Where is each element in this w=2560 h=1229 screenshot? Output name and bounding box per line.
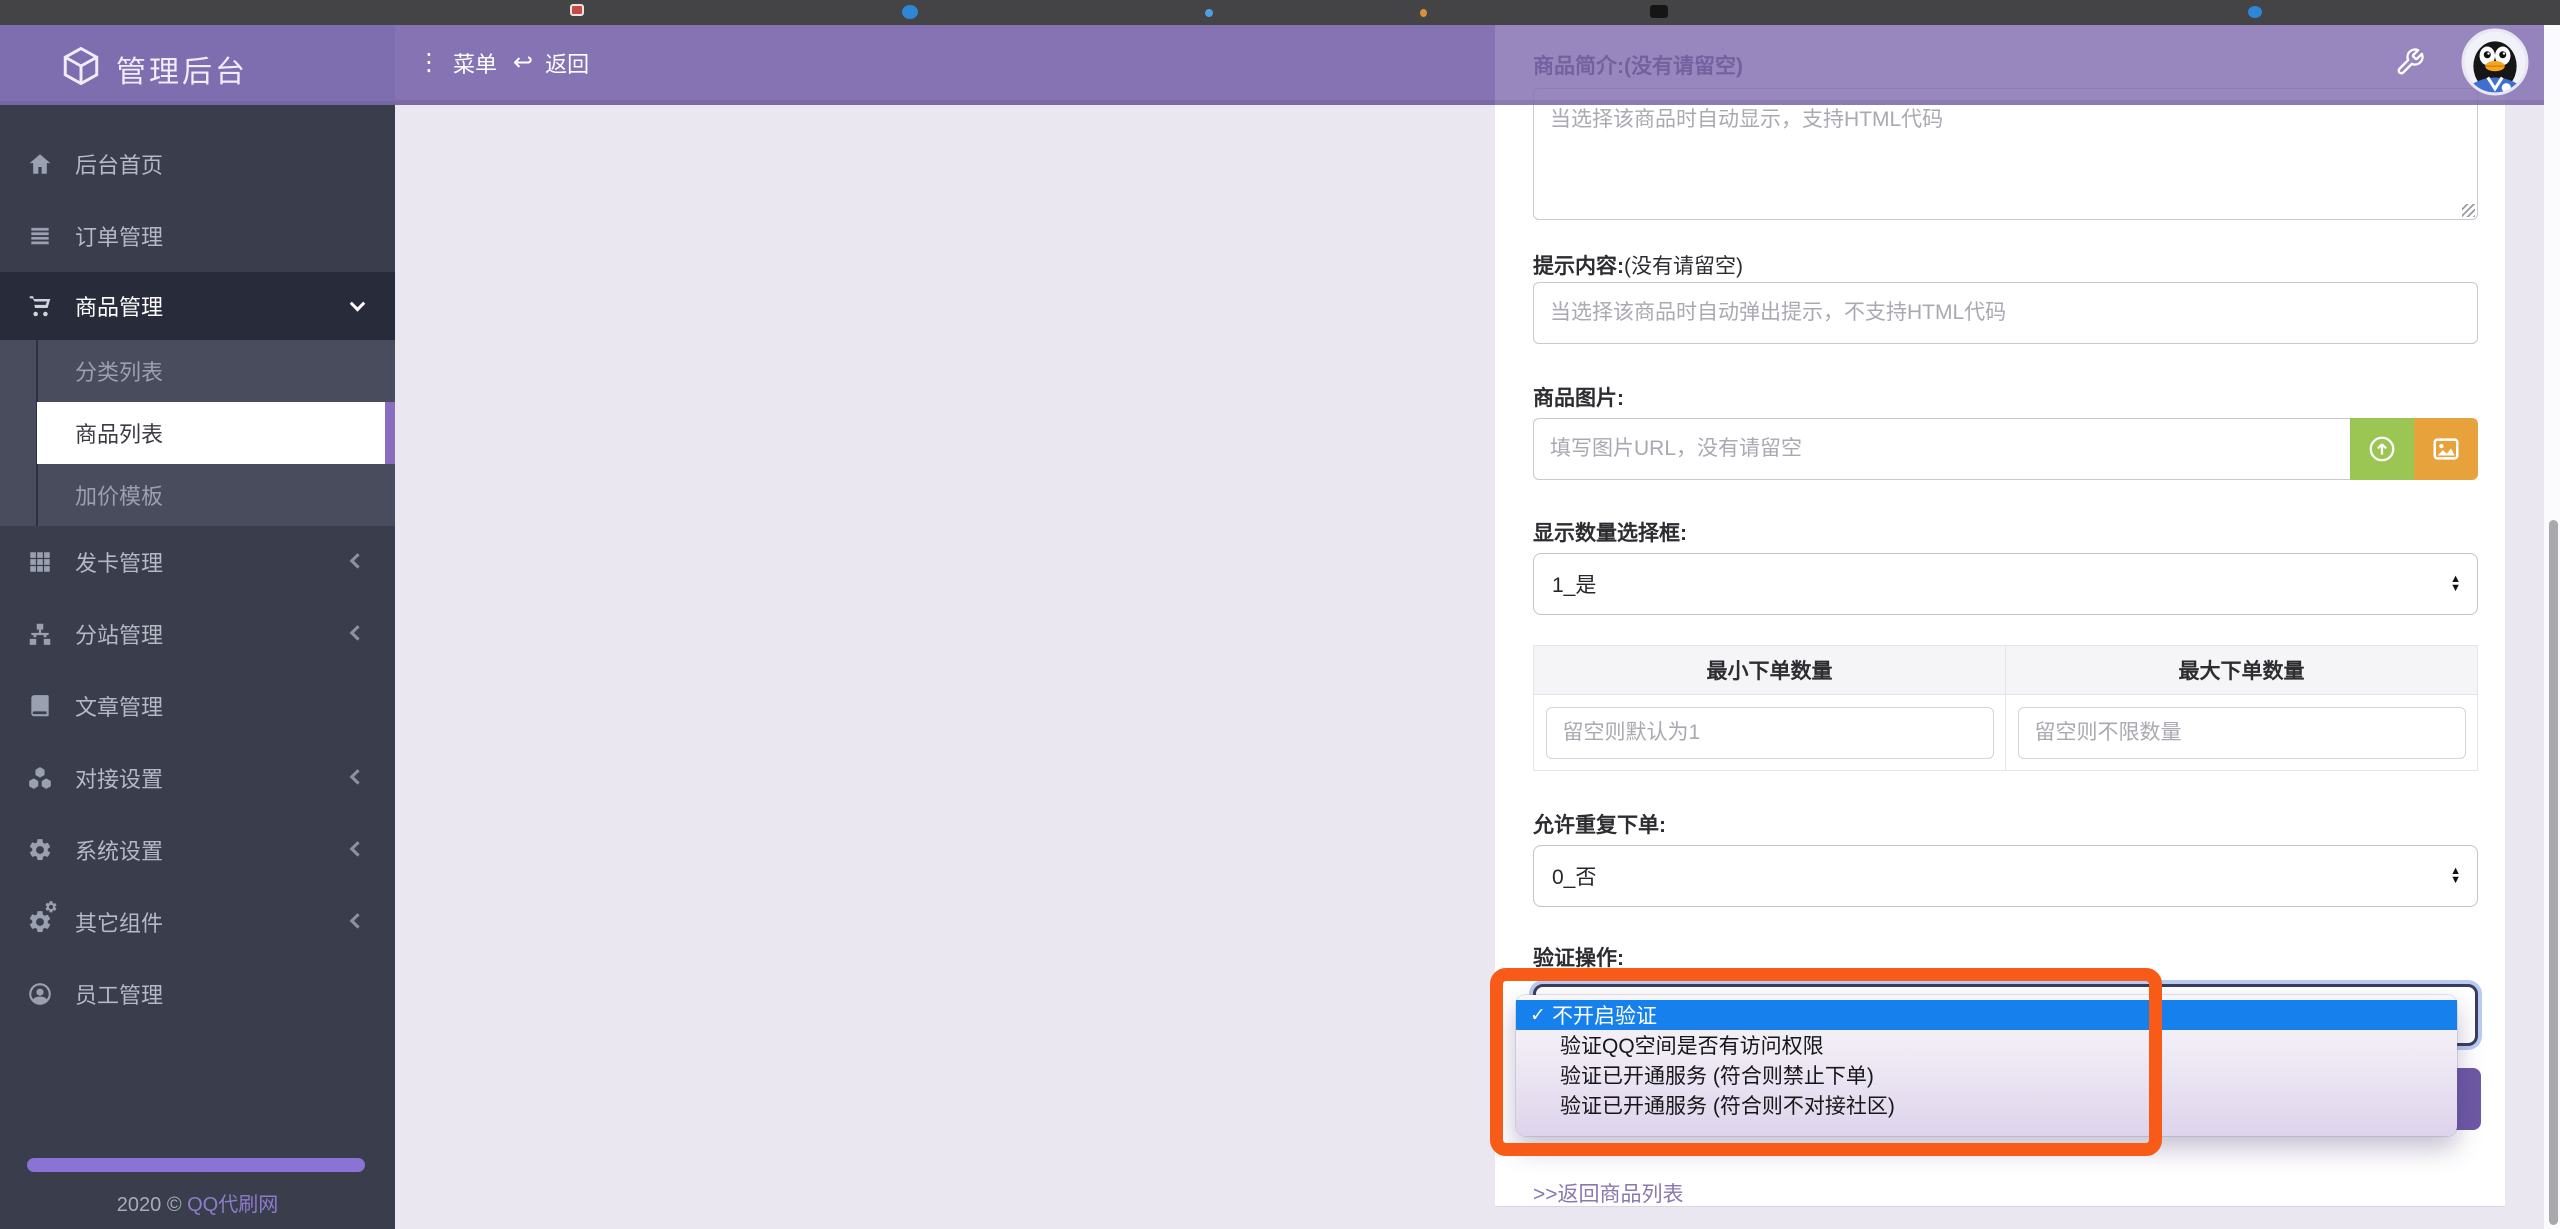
image-url-group	[1533, 418, 2478, 480]
brand-title: 管理后台	[116, 47, 248, 91]
scrollbar-thumb[interactable]	[2549, 520, 2558, 1225]
sidebar-item-products[interactable]: 商品管理	[0, 272, 395, 340]
tip-input[interactable]	[1533, 282, 2478, 344]
min-qty-header: 最小下单数量	[1534, 646, 2006, 695]
chevron-left-icon	[350, 913, 366, 929]
sidebar-item-system-settings[interactable]: 系统设置	[0, 814, 395, 886]
order-quantity-table: 最小下单数量 最大下单数量	[1533, 645, 2478, 771]
repeat-order-select[interactable]: 0_否 ▲▼	[1533, 845, 2478, 907]
back-arrow-icon: ↩	[513, 51, 533, 75]
menubar-app-icon	[902, 5, 918, 19]
copyright: 2020 © QQ代刷网	[0, 1188, 395, 1217]
verify-dropdown-menu: ✓ 不开启验证 验证QQ空间是否有访问权限 验证已开通服务 (符合则禁止下单) …	[1516, 995, 2457, 1136]
qq-penguin-icon	[2461, 28, 2529, 96]
menubar-app-icon	[1420, 9, 1427, 17]
image-label: 商品图片:	[1533, 382, 1624, 412]
cart-icon	[27, 293, 53, 319]
menubar-app-icon	[1205, 9, 1213, 17]
user-avatar[interactable]	[2461, 28, 2529, 96]
sidebar-item-docking-settings[interactable]: 对接设置	[0, 742, 395, 814]
chevron-left-icon	[350, 841, 366, 857]
cube-logo-icon	[60, 45, 102, 87]
top-header: ⋮ 菜单 ↩ 返回	[395, 25, 1495, 105]
tip-label: 提示内容:(没有请留空)	[1533, 250, 1743, 280]
sidebar: 管理后台 后台首页 订单管理 商品管理 分类列表 商品列表	[0, 25, 395, 1229]
list-icon	[27, 223, 53, 249]
dropdown-option-selected[interactable]: ✓ 不开启验证	[1516, 1000, 2457, 1030]
chevron-left-icon	[350, 769, 366, 785]
chevron-left-icon	[350, 625, 366, 641]
back-button[interactable]: ↩ 返回	[513, 25, 589, 100]
sidebar-item-articles[interactable]: 文章管理	[0, 670, 395, 742]
image-icon	[2431, 434, 2461, 464]
verify-label: 验证操作:	[1533, 942, 1624, 972]
select-stepper-icon: ▲▼	[2450, 867, 2461, 885]
resize-handle-icon[interactable]	[2462, 204, 2475, 217]
grid-icon	[27, 549, 53, 575]
sidebar-item-markup-template[interactable]: 加价模板	[0, 464, 395, 526]
cubes-icon	[27, 765, 53, 791]
back-to-product-list-link[interactable]: >>返回商品列表	[1533, 1178, 1684, 1208]
dropdown-option[interactable]: 验证QQ空间是否有访问权限	[1560, 1030, 1824, 1060]
sidebar-item-staff[interactable]: 员工管理	[0, 958, 395, 1030]
sidebar-item-category-list[interactable]: 分类列表	[0, 340, 395, 402]
sidebar-item-dashboard[interactable]: 后台首页	[0, 128, 395, 200]
chevron-down-icon	[350, 296, 366, 312]
vertical-dots-icon: ⋮	[417, 51, 441, 75]
gears-small-icon	[44, 900, 58, 914]
sitemap-icon	[27, 621, 53, 647]
dropdown-option[interactable]: 验证已开通服务 (符合则禁止下单)	[1560, 1060, 1874, 1090]
sidebar-item-other-components[interactable]: 其它组件	[0, 886, 395, 958]
min-qty-input[interactable]	[1546, 707, 1994, 759]
product-edit-panel: 商品简介:(没有请留空) 提示内容:(没有请留空) 商品图片: 显示数量选择框:…	[1495, 25, 2505, 1207]
dropdown-option[interactable]: 验证已开通服务 (符合则不对接社区)	[1560, 1090, 1895, 1120]
sidebar-item-orders[interactable]: 订单管理	[0, 200, 395, 272]
sidebar-scroll-slider[interactable]	[27, 1158, 365, 1172]
top-header-overlay	[1495, 25, 2544, 105]
select-stepper-icon: ▲▼	[2450, 575, 2461, 593]
intro-textarea-wrap	[1533, 88, 2478, 220]
sidebar-item-card-management[interactable]: 发卡管理	[0, 526, 395, 598]
menu-button[interactable]: ⋮ 菜单	[417, 25, 497, 100]
book-icon	[27, 693, 53, 719]
active-item-accent	[385, 402, 395, 464]
brand-header: 管理后台	[0, 25, 395, 105]
menubar-app-icon	[570, 4, 584, 16]
chevron-left-icon	[350, 553, 366, 569]
quantity-select-label: 显示数量选择框:	[1533, 517, 1687, 547]
menubar-app-icon	[2248, 6, 2262, 18]
sidebar-item-substation[interactable]: 分站管理	[0, 598, 395, 670]
products-submenu: 分类列表 商品列表 加价模板	[0, 340, 395, 526]
screen: 商品简介:(没有请留空) 提示内容:(没有请留空) 商品图片: 显示数量选择框:…	[0, 0, 2560, 1229]
repeat-order-value: 0_否	[1552, 861, 1596, 891]
home-icon	[27, 151, 53, 177]
sidebar-item-product-list[interactable]: 商品列表	[0, 402, 395, 464]
user-icon	[27, 981, 53, 1007]
page-scrollbar	[2544, 25, 2560, 1229]
check-icon: ✓	[1524, 1004, 1552, 1027]
max-qty-header: 最大下单数量	[2006, 646, 2478, 695]
repeat-order-label: 允许重复下单:	[1533, 809, 1666, 839]
gear-icon	[27, 837, 53, 863]
menubar-app-icon	[1650, 5, 1668, 18]
quantity-select[interactable]: 1_是 ▲▼	[1533, 553, 2478, 615]
wrench-icon[interactable]	[2395, 47, 2425, 77]
image-picker-button[interactable]	[2414, 418, 2478, 480]
intro-textarea[interactable]	[1533, 88, 2478, 220]
upload-icon	[2367, 434, 2397, 464]
upload-button[interactable]	[2350, 418, 2414, 480]
max-qty-input[interactable]	[2018, 707, 2466, 759]
macos-menubar	[0, 0, 2560, 25]
footer-site-link[interactable]: QQ代刷网	[187, 1194, 278, 1216]
quantity-select-value: 1_是	[1552, 569, 1596, 599]
image-url-input[interactable]	[1533, 418, 2350, 480]
